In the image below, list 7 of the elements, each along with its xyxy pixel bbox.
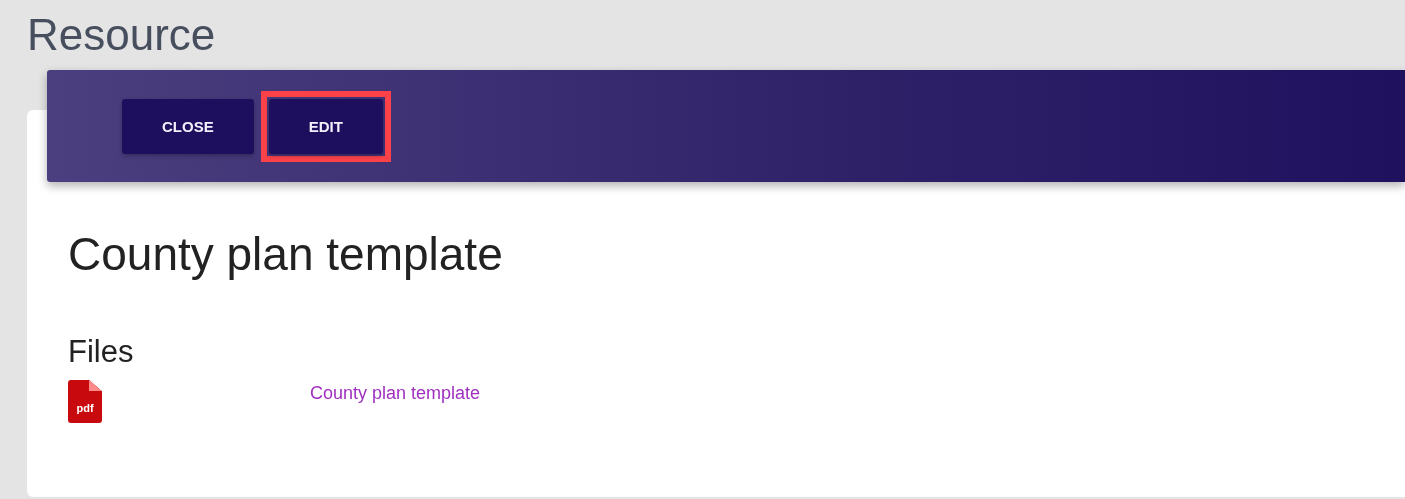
file-link[interactable]: County plan template bbox=[310, 383, 481, 404]
resource-title: County plan template bbox=[68, 227, 504, 282]
toolbar-button[interactable]: EDIT bbox=[268, 98, 383, 154]
toolbar-button[interactable]: CLOSE bbox=[122, 98, 254, 154]
page-title: Resource bbox=[27, 9, 217, 61]
pdf-file-icon: pdf bbox=[68, 380, 102, 423]
files-heading: Files bbox=[68, 333, 135, 371]
